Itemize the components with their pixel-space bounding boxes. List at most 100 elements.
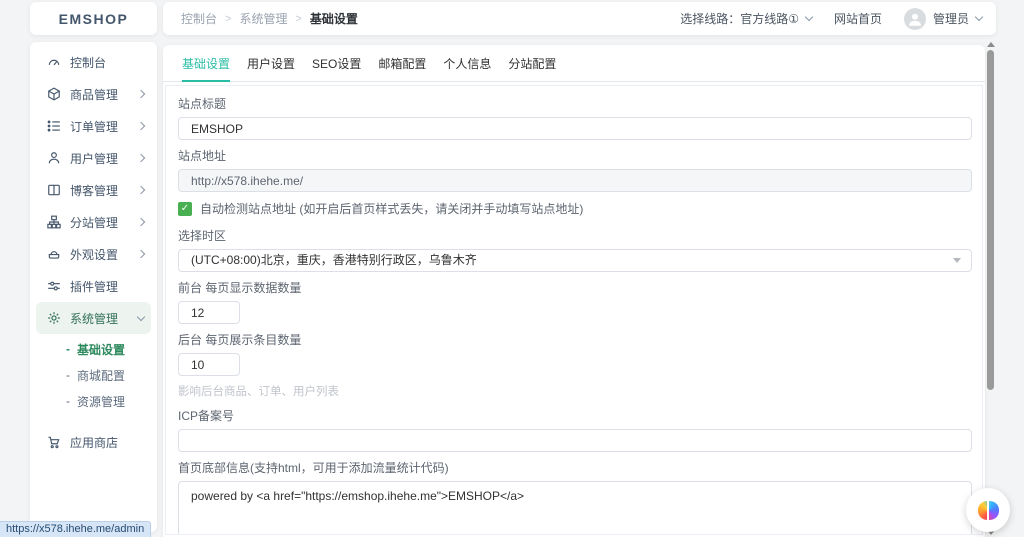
breadcrumb-current: 基础设置 bbox=[309, 12, 358, 26]
tab-basic-settings[interactable]: 基础设置 bbox=[182, 45, 231, 82]
link-preview-tooltip: https://x578.ihehe.me/admin bbox=[0, 521, 152, 537]
breadcrumb-separator-icon: > bbox=[295, 12, 302, 25]
sidebar-item-blog[interactable]: 博客管理 bbox=[30, 174, 157, 206]
home-link[interactable]: 网站首页 bbox=[834, 10, 882, 27]
scroll-up-arrow-icon[interactable] bbox=[987, 42, 995, 47]
submenu-bullet: - bbox=[66, 342, 70, 356]
sidebar: 控制台 商品管理 订单管理 用户管理 博客管理 分站管理 外观设置 插件管理 系… bbox=[30, 42, 157, 532]
chevron-down-icon bbox=[974, 12, 984, 22]
breadcrumb-dashboard[interactable]: 控制台 bbox=[181, 10, 217, 27]
header-bar: 控制台 > 系统管理 > 基础设置 选择线路：官方线路① 网站首页 管理员 bbox=[163, 2, 996, 35]
sitemap-icon bbox=[47, 215, 61, 229]
tab-mail-config[interactable]: 邮箱配置 bbox=[378, 45, 426, 81]
sidebar-item-label: 用户管理 bbox=[70, 151, 119, 166]
sidebar-item-label: 外观设置 bbox=[70, 247, 119, 262]
breadcrumb-system[interactable]: 系统管理 bbox=[239, 10, 287, 27]
site-title-input[interactable] bbox=[178, 117, 972, 140]
sidebar-item-label: 商品管理 bbox=[70, 87, 119, 102]
site-address-label: 站点地址 bbox=[178, 149, 227, 163]
auto-detect-row: ✓ 自动检测站点地址 (如开启后首页样式丢失，请关闭并手动填写站点地址) bbox=[178, 200, 972, 217]
submenu-item-resources[interactable]: - 资源管理 bbox=[30, 388, 157, 414]
user-icon bbox=[48, 152, 60, 164]
sidebar-item-dashboard[interactable]: 控制台 bbox=[30, 46, 157, 78]
list-icon bbox=[47, 120, 60, 132]
tab-user-settings[interactable]: 用户设置 bbox=[247, 45, 295, 81]
box-icon bbox=[48, 87, 60, 101]
site-title-field: 站点标题 bbox=[178, 97, 972, 140]
assistant-float-button[interactable] bbox=[966, 488, 1010, 532]
line-select-label: 选择线路：官方线路① bbox=[680, 12, 799, 26]
tab-seo-settings[interactable]: SEO设置 bbox=[312, 45, 361, 81]
gauge-icon bbox=[48, 59, 60, 66]
avatar bbox=[903, 7, 926, 30]
front-per-page-label: 前台 每页显示数据数量 bbox=[178, 281, 302, 295]
submenu-bullet: - bbox=[66, 368, 70, 382]
chevron-right-icon bbox=[136, 217, 146, 227]
sidebar-item-plugins[interactable]: 插件管理 bbox=[30, 270, 157, 302]
sidebar-item-label: 插件管理 bbox=[70, 279, 119, 294]
timezone-value[interactable]: (UTC+08:00)北京，重庆，香港特别行政区，乌鲁木齐 bbox=[178, 249, 972, 272]
icp-label: ICP备案号 bbox=[178, 409, 235, 423]
breadcrumb: 控制台 > 系统管理 > 基础设置 bbox=[181, 10, 358, 27]
sidebar-item-products[interactable]: 商品管理 bbox=[30, 78, 157, 110]
columns-icon bbox=[48, 184, 60, 196]
auto-detect-checkbox[interactable]: ✓ bbox=[178, 201, 192, 216]
icp-input[interactable] bbox=[178, 429, 972, 452]
settings-tabs: 基础设置 用户设置 SEO设置 邮箱配置 个人信息 分站配置 bbox=[163, 45, 985, 82]
admin-per-page-label: 后台 每页展示条目数量 bbox=[178, 333, 302, 347]
caret-down-icon bbox=[953, 258, 961, 263]
tab-subsite-config[interactable]: 分站配置 bbox=[508, 45, 556, 81]
timezone-select[interactable]: (UTC+08:00)北京，重庆，香港特别行政区，乌鲁木齐 bbox=[178, 249, 972, 272]
footer-info-label: 首页底部信息(支持html，可用于添加流量统计代码) bbox=[178, 461, 449, 475]
sidebar-item-users[interactable]: 用户管理 bbox=[30, 142, 157, 174]
submenu-item-mall-config[interactable]: - 商城配置 bbox=[30, 362, 157, 388]
admin-per-page-input[interactable] bbox=[178, 353, 240, 376]
page-scrollbar bbox=[987, 40, 995, 537]
sidebar-item-subsites[interactable]: 分站管理 bbox=[30, 206, 157, 238]
scrollbar-thumb[interactable] bbox=[987, 50, 994, 390]
user-menu[interactable]: 管理员 bbox=[903, 7, 984, 30]
footer-info-textarea[interactable]: powered by <a href="https://emshop.ihehe… bbox=[178, 481, 972, 534]
appearance-icon bbox=[48, 251, 60, 259]
submenu-item-label: 资源管理 bbox=[77, 394, 126, 409]
submenu-item-basic-settings[interactable]: - 基础设置 bbox=[30, 336, 157, 362]
sidebar-item-label: 订单管理 bbox=[70, 119, 119, 134]
icp-field: ICP备案号 bbox=[178, 409, 972, 452]
sidebar-item-appearance[interactable]: 外观设置 bbox=[30, 238, 157, 270]
admin-per-page-field: 后台 每页展示条目数量 bbox=[178, 333, 972, 376]
sliders-icon bbox=[48, 281, 60, 291]
sidebar-item-label: 控制台 bbox=[70, 55, 107, 70]
site-address-input bbox=[178, 169, 972, 192]
sidebar-item-label: 分站管理 bbox=[70, 215, 119, 230]
chevron-right-icon bbox=[136, 249, 146, 259]
header-actions: 选择线路：官方线路① 网站首页 管理员 bbox=[680, 7, 984, 30]
basic-settings-form: 站点标题 站点地址 ✓ 自动检测站点地址 (如开启后首页样式丢失，请关闭并手动填… bbox=[165, 85, 983, 535]
chevron-right-icon bbox=[136, 185, 146, 195]
chevron-right-icon bbox=[136, 153, 146, 163]
breadcrumb-separator-icon: > bbox=[225, 12, 232, 25]
submenu-item-label: 商城配置 bbox=[77, 368, 126, 383]
line-select[interactable]: 选择线路：官方线路① bbox=[680, 10, 814, 27]
footer-info-field: 首页底部信息(支持html，可用于添加流量统计代码) powered by <a… bbox=[178, 461, 972, 534]
gear-icon bbox=[48, 312, 60, 324]
sidebar-item-system[interactable]: 系统管理 bbox=[36, 302, 151, 334]
submenu-bullet: - bbox=[66, 394, 70, 408]
site-title-label: 站点标题 bbox=[178, 97, 227, 111]
sidebar-item-label: 博客管理 bbox=[70, 183, 119, 198]
chevron-down-icon bbox=[804, 12, 814, 22]
sidebar-item-label: 系统管理 bbox=[70, 311, 119, 326]
brain-icon bbox=[977, 500, 999, 520]
logo-card: EMSHOP bbox=[30, 2, 157, 35]
tab-personal-info[interactable]: 个人信息 bbox=[443, 45, 491, 81]
main-content: 基础设置 用户设置 SEO设置 邮箱配置 个人信息 分站配置 站点标题 站点地址… bbox=[163, 45, 985, 537]
person-icon bbox=[908, 13, 921, 26]
sidebar-item-app-store[interactable]: 应用商店 bbox=[30, 426, 157, 458]
chevron-down-icon bbox=[136, 312, 146, 321]
chevron-right-icon bbox=[136, 121, 146, 131]
timezone-field: 选择时区 (UTC+08:00)北京，重庆，香港特别行政区，乌鲁木齐 bbox=[178, 229, 972, 272]
site-address-field: 站点地址 bbox=[178, 149, 972, 192]
app-logo[interactable]: EMSHOP bbox=[59, 11, 129, 27]
front-per-page-input[interactable] bbox=[178, 301, 240, 324]
sidebar-item-orders[interactable]: 订单管理 bbox=[30, 110, 157, 142]
username-label: 管理员 bbox=[932, 12, 969, 26]
